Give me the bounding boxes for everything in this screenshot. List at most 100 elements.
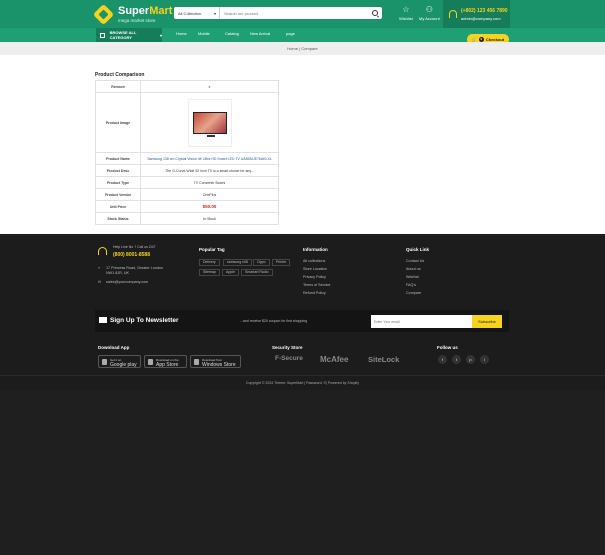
footer-link[interactable]: Terms of Service [303,283,330,287]
row-label: Stock Status [95,212,141,225]
footer-link[interactable]: Refund Policy [303,291,326,295]
account-button[interactable]: ⚇ My Account [419,5,440,22]
nav-catalog[interactable]: Catalog [225,31,239,36]
logo-tagline: mega market store [118,17,156,23]
table-row: Product Desc The G-Curve Wide 52 Inch TV… [95,164,279,177]
instagram-icon[interactable]: i [480,355,489,364]
browse-category-button[interactable]: BROWSE ALL CATEGORY ▾ [96,28,162,42]
newsletter-email-input[interactable] [371,315,472,328]
page-title: Product Comparison [95,72,145,78]
logo-icon [92,3,115,25]
security-store-title: Security Store [272,345,303,350]
contact-block: (+802) 123 456 7890 admin@company.com [443,0,510,28]
footer-link[interactable]: Privacy Policy [303,275,326,279]
row-label: Product Vendor [95,188,141,201]
table-row: Product Type TV Converter Boxes [95,176,279,189]
footer-email[interactable]: sales@yourcompany.com [106,280,148,284]
row-label: Product Desc [95,164,141,177]
search-icon[interactable] [372,10,378,16]
twitter-icon[interactable]: t [452,355,461,364]
download-app-title: Download App [98,345,130,350]
newsletter-title: Sign Up To Newsletter [110,317,179,324]
copyright: Copyright © 2024 Theme: SuperMart | Pass… [0,375,605,390]
mail-icon: ✉ [98,280,102,284]
footer-address: 17 Princess Road, Greater London NW1 8JR… [106,266,163,275]
tag-item[interactable]: Delivery [199,259,220,266]
windows-store-button[interactable]: Download from Windows Store [190,355,241,368]
product-name-link[interactable]: Samsung 138 cm Crystal Vision 4K Ultra H… [140,152,279,165]
breadcrumb-home[interactable]: Home [287,46,298,51]
tag-item[interactable]: Smartart Radio [241,269,273,276]
nav-home[interactable]: Home [176,31,187,36]
follow-us-title: Follow us [437,345,458,350]
breadcrumb-current: Compare [301,46,318,51]
helpline-label: Help Line No ? Call us 24/7 [113,245,156,249]
nav-new-arrival[interactable]: New Arrival [250,31,270,36]
search-bar: All Collection ▾ [174,7,382,19]
breadcrumb: Home | Compare [0,42,605,55]
information-title: Information [303,247,328,252]
row-label: Product Type [95,176,141,189]
unit-price: $50.00 [140,200,279,213]
tag-item[interactable]: Printer [272,259,291,266]
product-type: TV Converter Boxes [140,176,279,189]
compare-table: Remove x Product Image Product Name Sams… [95,80,279,225]
nav-mobile[interactable]: Mobile [198,31,210,36]
google-play-button[interactable]: Get it on Google play [98,355,141,368]
footer-link[interactable]: About us [406,267,421,271]
site-logo[interactable]: SuperMart mega market store [92,3,173,25]
footer-link[interactable]: Compare [406,291,421,295]
nav-page[interactable]: page [286,31,295,36]
table-row: Stock Status In Stock [95,212,279,225]
search-category-select[interactable]: All Collection ▾ [174,7,220,19]
wishlist-button[interactable]: ☆ Wishlist [399,6,413,22]
table-row: Product Name Samsung 138 cm Crystal Visi… [95,152,279,165]
helpline-number[interactable]: (800) 8001-8588 [113,252,150,258]
product-vendor: OnePlus [140,188,279,201]
quick-link-title: Quick Link [406,247,430,252]
footer-link[interactable]: Contact Us [406,259,424,263]
footer-link[interactable]: All collections [303,259,325,263]
tag-item[interactable]: samsung s08 [223,259,252,266]
chevron-down-icon: ▾ [213,10,216,16]
headphone-icon [449,10,457,18]
newsletter-subtitle: ...and receive $20 coupon for first shop… [240,319,308,323]
main-content [0,55,605,234]
tag-item[interactable]: Oppo [253,259,270,266]
mail-icon [99,317,107,323]
tag-item[interactable]: Sitemap [199,269,220,276]
table-row: Remove x [95,80,279,93]
product-desc: The G-Curve Wide 52 Inch TV is a smart c… [140,164,279,177]
table-row: Unit Price $50.00 [95,200,279,213]
phone-number[interactable]: (+802) 123 456 7890 [461,8,508,14]
pinterest-icon[interactable]: p [466,355,475,364]
f-secure-logo: F-Secure [275,355,303,362]
header-email[interactable]: admin@company.com [461,16,508,21]
subscribe-button[interactable]: Subscribe [472,315,502,328]
location-icon: ⌖ [98,266,101,270]
footer-link[interactable]: Store Location [303,267,327,271]
row-label: Unit Price [95,200,141,213]
footer-link[interactable]: Wishlist [406,275,419,279]
user-icon: ⚇ [425,5,433,14]
app-store-button[interactable]: Download on the App Store [144,355,187,368]
tv-image [192,111,227,137]
grid-icon [100,32,105,38]
main-nav [0,28,605,42]
remove-button[interactable]: x [140,80,279,93]
logo-name: SuperMart [118,4,173,17]
facebook-icon[interactable]: f [438,355,447,364]
sitelock-logo: SiteLock [368,355,400,364]
search-input[interactable] [220,10,372,16]
table-row: Product Image [95,92,279,153]
product-image[interactable] [187,98,232,147]
popular-tag-title: Popular Tag [199,247,225,252]
tag-item[interactable]: Apple [222,269,239,276]
row-label: Product Name [95,152,141,165]
headphone-icon [98,247,107,255]
mcafee-logo: McAfee [320,355,349,364]
stock-status: In Stock [140,212,279,225]
footer-link[interactable]: FAQ's [406,283,416,287]
table-row: Product Vendor OnePlus [95,188,279,201]
chevron-down-icon: ▾ [159,32,162,38]
